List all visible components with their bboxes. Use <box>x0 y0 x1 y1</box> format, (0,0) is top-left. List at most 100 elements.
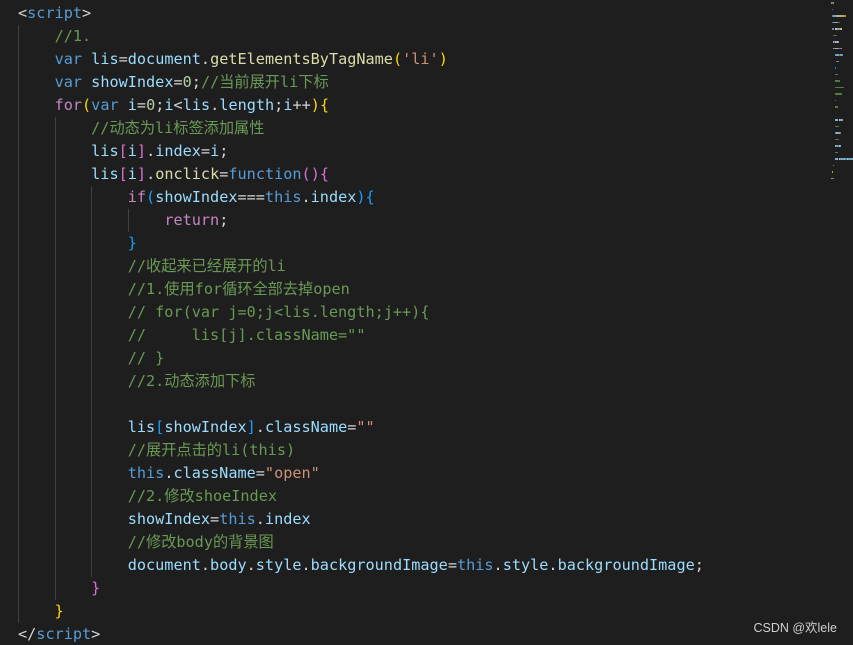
code-line[interactable]: } <box>18 232 137 255</box>
code-line[interactable]: // for(var j=0;j<lis.length;j++){ <box>18 301 430 324</box>
code-line[interactable]: document.body.style.backgroundImage=this… <box>18 554 704 577</box>
minimap-stroke <box>834 80 841 82</box>
code-token: > <box>91 625 101 643</box>
code-token: document <box>127 556 201 574</box>
minimap-stroke <box>834 106 838 108</box>
code-editor[interactable]: <script> //1. var lis=document.getElemen… <box>0 0 853 645</box>
code-token: var <box>54 50 83 68</box>
code-token: ; <box>191 73 201 91</box>
minimap-stroke <box>837 60 839 62</box>
code-token: [ <box>118 142 128 160</box>
code-token: 0 <box>182 73 192 91</box>
code-token: //2.动态添加下标 <box>127 372 256 390</box>
code-line[interactable]: showIndex=this.index <box>18 508 311 531</box>
code-token: showIndex <box>164 418 247 436</box>
minimap-stroke <box>834 99 836 101</box>
code-token: ; <box>219 211 229 229</box>
minimap-stroke <box>840 47 842 49</box>
code-token: i <box>210 142 220 160</box>
code-line[interactable]: <script> <box>18 2 91 25</box>
code-token: = <box>200 142 211 160</box>
code-token: ; <box>274 96 284 114</box>
minimap-stroke <box>834 151 839 153</box>
code-token: //1. <box>54 27 92 45</box>
code-token: ( <box>392 50 403 68</box>
code-token: ++ <box>292 96 311 114</box>
code-line[interactable]: //展开点击的li(this) <box>18 439 295 462</box>
code-token: style <box>255 556 302 574</box>
code-token: = <box>118 50 128 68</box>
code-line[interactable]: } <box>18 600 64 623</box>
code-line[interactable]: //2.动态添加下标 <box>18 370 256 393</box>
code-token: [ <box>118 165 128 183</box>
code-line[interactable]: var showIndex=0;//当前展开li下标 <box>18 71 329 94</box>
code-token: ) <box>356 188 366 206</box>
code-line[interactable]: return; <box>18 209 228 232</box>
code-line[interactable]: var lis=document.getElementsByTagName('l… <box>18 48 448 71</box>
code-token: . <box>200 50 211 68</box>
minimap-stroke <box>834 73 839 75</box>
code-line[interactable]: } <box>18 577 100 600</box>
code-token: } <box>127 234 137 252</box>
code-token: //1.使用for循环全部去掉open <box>127 280 350 298</box>
code-line[interactable]: //2.修改shoeIndex <box>18 485 277 508</box>
code-token: return <box>164 211 220 229</box>
code-token: > <box>82 4 92 22</box>
code-token: //修改body的背景图 <box>127 533 274 551</box>
code-token: ] <box>136 142 147 160</box>
code-token: . <box>301 556 311 574</box>
code-token: === <box>237 188 265 206</box>
code-token: ) <box>310 96 320 114</box>
code-token: body <box>210 556 247 574</box>
code-token: this <box>127 464 165 482</box>
code-token: //展开点击的li(this) <box>127 441 296 459</box>
code-line[interactable]: //修改body的背景图 <box>18 531 274 554</box>
code-token: var <box>91 96 119 114</box>
code-line[interactable]: for(var i=0;i<lis.length;i++){ <box>18 94 330 117</box>
code-line[interactable]: //1.使用for循环全部去掉open <box>18 278 350 301</box>
code-token: style <box>502 556 549 574</box>
code-line[interactable]: lis[showIndex].className="" <box>18 416 375 439</box>
code-line[interactable]: lis[i].index=i; <box>18 140 228 163</box>
code-token: i <box>164 96 174 114</box>
code-token: lis <box>127 418 156 436</box>
code-token: . <box>301 188 311 206</box>
code-line[interactable]: lis[i].onclick=function(){ <box>18 163 329 186</box>
code-line[interactable]: //1. <box>18 25 92 48</box>
code-token: < <box>18 4 28 22</box>
minimap[interactable] <box>829 0 853 190</box>
code-token: . <box>146 165 156 183</box>
code-line[interactable]: //收起来已经展开的li <box>18 255 286 278</box>
code-token: lis <box>91 50 119 68</box>
code-token: //当前展开li下标 <box>200 73 329 91</box>
code-token: i <box>127 96 137 114</box>
minimap-stroke <box>840 28 842 30</box>
minimap-stroke <box>832 171 834 173</box>
code-token: for <box>54 96 83 114</box>
code-token: index <box>310 188 357 206</box>
code-token: "" <box>356 418 375 436</box>
code-line[interactable]: this.className="open" <box>18 462 320 485</box>
code-line[interactable]: // } <box>18 347 165 370</box>
code-line[interactable]: if(showIndex===this.index){ <box>18 186 375 209</box>
code-line[interactable]: </script> <box>18 623 100 645</box>
code-line[interactable]: // lis[j].className="" <box>18 324 366 347</box>
code-line[interactable]: //动态为li标签添加属性 <box>18 117 264 140</box>
